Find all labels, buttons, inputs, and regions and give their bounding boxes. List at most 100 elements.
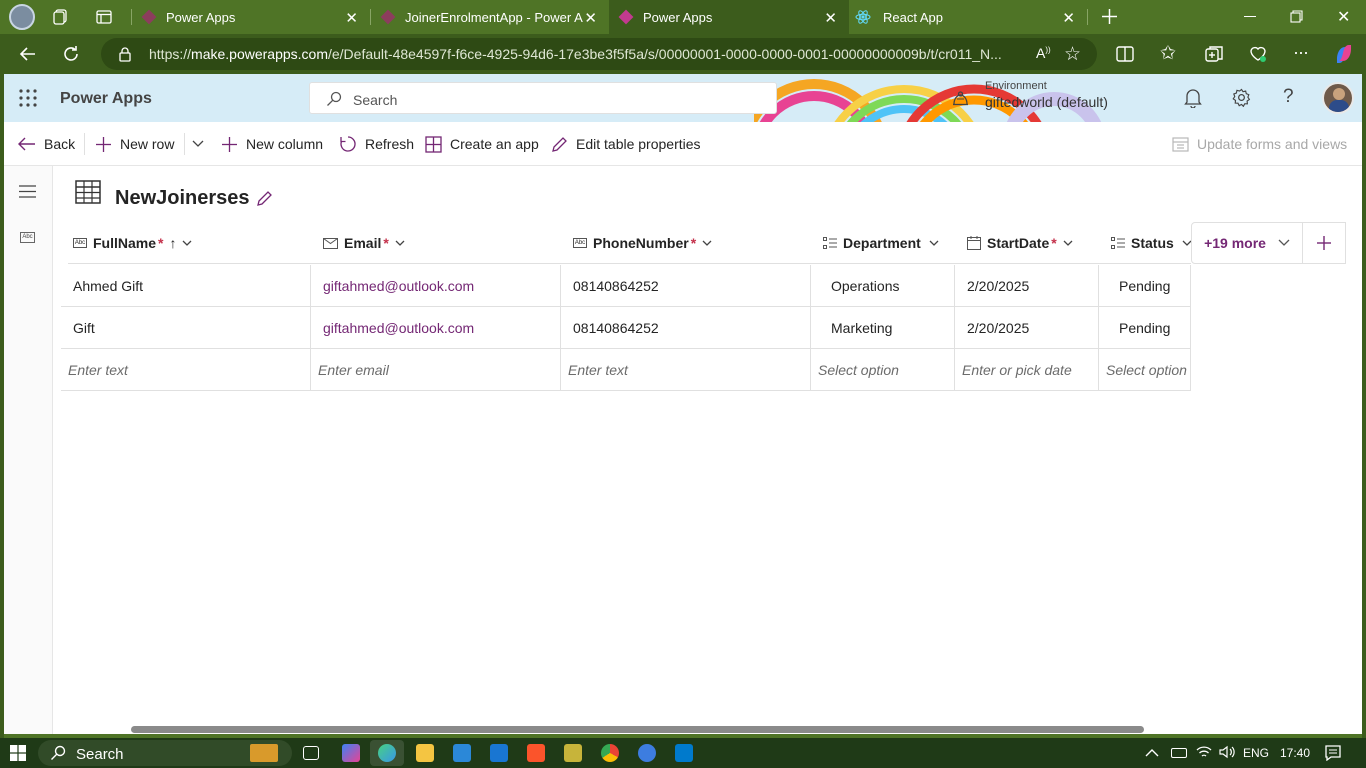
- column-header-fullname[interactable]: Abc FullName * ↑: [73, 222, 192, 264]
- table-cell[interactable]: Pending: [1099, 265, 1191, 307]
- chevron-down-icon[interactable]: [1063, 240, 1073, 247]
- column-header-phonenumber[interactable]: Abc PhoneNumber *: [573, 222, 712, 264]
- table-cell[interactable]: 08140864252: [561, 265, 811, 307]
- chrome-icon[interactable]: [601, 744, 619, 762]
- favorites-icon[interactable]: ✩: [1160, 42, 1176, 65]
- global-search-input[interactable]: Search: [309, 82, 777, 114]
- horizontal-scrollbar[interactable]: [131, 726, 1144, 733]
- minimize-window-icon[interactable]: [1244, 16, 1256, 17]
- chevron-down-icon[interactable]: [702, 240, 712, 247]
- column-header-department[interactable]: Department: [823, 222, 939, 264]
- taskbar-search-input[interactable]: Search: [38, 740, 292, 766]
- file-explorer-icon[interactable]: [416, 744, 434, 762]
- new-row-button[interactable]: New row: [95, 122, 174, 166]
- new-row-dropdown-button[interactable]: [192, 122, 204, 166]
- edit-title-pencil-icon[interactable]: [256, 190, 273, 210]
- close-tab-icon[interactable]: ✕: [584, 9, 597, 27]
- address-bar[interactable]: https://make.powerapps.com/e/Default-48e…: [101, 38, 1097, 70]
- hamburger-menu-icon[interactable]: [19, 185, 36, 201]
- table-cell-email[interactable]: giftahmed@outlook.com: [311, 307, 561, 349]
- windows-start-icon[interactable]: [10, 745, 26, 764]
- chevron-up-icon[interactable]: [1145, 745, 1159, 761]
- restore-window-icon[interactable]: [1290, 10, 1303, 26]
- new-row-fullname-input[interactable]: Enter text: [61, 349, 311, 391]
- volume-icon[interactable]: [1219, 745, 1235, 762]
- close-tab-icon[interactable]: ✕: [1062, 9, 1075, 27]
- new-row-status-select[interactable]: Select option: [1099, 349, 1191, 391]
- workspaces-icon[interactable]: [53, 9, 69, 28]
- collections-icon[interactable]: [1205, 45, 1223, 66]
- close-window-icon[interactable]: ✕: [1337, 7, 1350, 27]
- settings-gear-icon[interactable]: [1232, 88, 1251, 110]
- notepad-icon[interactable]: [564, 744, 582, 762]
- column-header-status[interactable]: Status: [1111, 222, 1192, 264]
- browser-tab-bar: Power Apps ✕ JoinerEnrolmentApp - Power …: [0, 0, 1366, 34]
- chevron-down-icon[interactable]: [182, 240, 192, 247]
- back-arrow-icon[interactable]: [19, 45, 37, 66]
- new-row-phone-input[interactable]: Enter text: [561, 349, 811, 391]
- wifi-icon[interactable]: [1196, 745, 1212, 762]
- microsoft-store-icon[interactable]: [453, 744, 471, 762]
- notifications-bell-icon[interactable]: [1184, 88, 1202, 111]
- column-header-startdate[interactable]: StartDate *: [967, 222, 1073, 264]
- read-aloud-icon[interactable]: A)): [1036, 45, 1051, 61]
- tab-power-apps-active[interactable]: Power Apps ✕: [609, 0, 849, 34]
- favorite-star-icon[interactable]: ☆: [1064, 43, 1081, 66]
- new-row-department-select[interactable]: Select option: [811, 349, 955, 391]
- tab-react-app[interactable]: React App ✕: [849, 0, 1087, 34]
- column-label: Department: [843, 235, 921, 251]
- text-column-icon: Abc: [73, 238, 87, 248]
- more-columns-button[interactable]: +19 more: [1191, 222, 1303, 264]
- new-row-email-input[interactable]: Enter email: [311, 349, 561, 391]
- chevron-down-icon[interactable]: [395, 240, 405, 247]
- app-launcher-icon[interactable]: [19, 89, 37, 110]
- app-icon[interactable]: [638, 744, 656, 762]
- environment-selector[interactable]: giftedworld (default): [985, 94, 1108, 110]
- language-indicator[interactable]: ENG: [1243, 746, 1269, 760]
- settings-more-icon[interactable]: ···: [1293, 42, 1309, 63]
- text-field-icon[interactable]: Abc: [20, 232, 35, 243]
- battery-icon[interactable]: [1171, 748, 1187, 758]
- app-title[interactable]: Power Apps: [60, 90, 152, 108]
- close-tab-icon[interactable]: ✕: [345, 9, 358, 27]
- chevron-down-icon[interactable]: [929, 240, 939, 247]
- table-cell[interactable]: Ahmed Gift: [61, 265, 311, 307]
- table-cell[interactable]: 08140864252: [561, 307, 811, 349]
- new-tab-icon[interactable]: [1101, 8, 1118, 28]
- profile-avatar[interactable]: [9, 4, 35, 30]
- brave-browser-icon[interactable]: [527, 744, 545, 762]
- column-header-email[interactable]: Email *: [323, 222, 405, 264]
- tab-power-apps-1[interactable]: Power Apps ✕: [132, 0, 370, 34]
- copilot-icon[interactable]: [1333, 43, 1355, 68]
- notification-center-icon[interactable]: [1325, 745, 1341, 764]
- lock-icon[interactable]: [118, 46, 132, 65]
- table-cell[interactable]: 2/20/2025: [955, 307, 1099, 349]
- split-screen-icon[interactable]: [1116, 45, 1134, 66]
- clock[interactable]: 17:40: [1280, 746, 1310, 760]
- tab-actions-icon[interactable]: [96, 9, 112, 28]
- table-cell[interactable]: Gift: [61, 307, 311, 349]
- new-column-button[interactable]: New column: [221, 122, 323, 166]
- table-cell[interactable]: 2/20/2025: [955, 265, 1099, 307]
- user-avatar[interactable]: [1322, 82, 1354, 114]
- table-cell[interactable]: Marketing: [811, 307, 955, 349]
- reload-icon[interactable]: [62, 45, 80, 66]
- browser-essentials-icon[interactable]: [1249, 45, 1267, 66]
- edit-table-properties-button[interactable]: Edit table properties: [551, 122, 701, 166]
- create-app-button[interactable]: Create an app: [425, 122, 539, 166]
- back-button[interactable]: Back: [18, 122, 75, 166]
- close-tab-icon[interactable]: ✕: [824, 9, 837, 27]
- table-cell-email[interactable]: giftahmed@outlook.com: [311, 265, 561, 307]
- copilot-taskbar-icon[interactable]: [342, 744, 360, 762]
- help-icon[interactable]: ?: [1283, 86, 1294, 108]
- add-column-button[interactable]: [1303, 222, 1346, 264]
- vscode-icon[interactable]: [675, 744, 693, 762]
- task-view-icon[interactable]: [303, 746, 319, 760]
- tab-joiner-enrolment-app[interactable]: JoinerEnrolmentApp - Power Apps ✕: [371, 0, 609, 34]
- sort-ascending-icon[interactable]: ↑: [169, 235, 176, 251]
- table-cell[interactable]: Operations: [811, 265, 955, 307]
- mail-icon[interactable]: [490, 744, 508, 762]
- new-row-startdate-picker[interactable]: Enter or pick date: [955, 349, 1099, 391]
- table-cell[interactable]: Pending: [1099, 307, 1191, 349]
- refresh-button[interactable]: Refresh: [339, 122, 414, 166]
